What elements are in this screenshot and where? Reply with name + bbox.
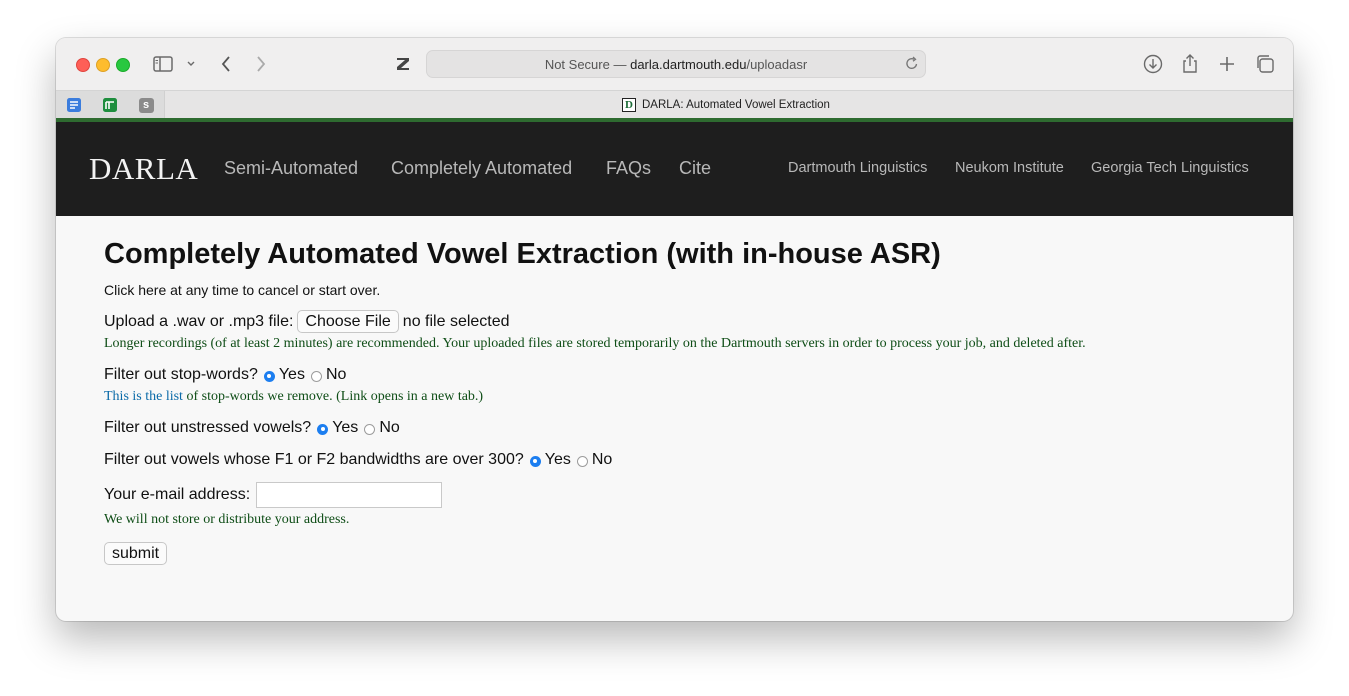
bandwidth-yes-radio[interactable]: [529, 455, 541, 467]
page-title: Completely Automated Vowel Extraction (w…: [104, 238, 941, 270]
zotero-extension-icon[interactable]: [393, 52, 413, 76]
cancel-start-over-link[interactable]: Click here at any time to cancel or star…: [104, 282, 380, 298]
unstressed-no-label: No: [379, 419, 400, 436]
browser-window: Not Secure — darla.dartmouth.edu/uploada…: [56, 38, 1293, 621]
zoom-window-button[interactable]: [116, 58, 130, 72]
tab-overview-icon[interactable]: [1254, 52, 1276, 76]
bandwidth-row: Filter out vowels whose F1 or F2 bandwid…: [104, 451, 612, 469]
browser-toolbar: Not Secure — darla.dartmouth.edu/uploada…: [56, 38, 1293, 90]
dartmouth-tab-icon: D: [622, 98, 636, 112]
address-bar[interactable]: Not Secure — darla.dartmouth.edu/uploada…: [426, 50, 926, 78]
stopwords-row: Filter out stop-words? Yes No: [104, 366, 346, 384]
address-path: /uploadasr: [746, 56, 808, 72]
new-tab-plus-icon[interactable]: [1216, 52, 1238, 76]
upload-label: Upload a .wav or .mp3 file:: [104, 312, 294, 330]
stopwords-yes-radio[interactable]: [263, 370, 275, 382]
unstressed-yes-label: Yes: [332, 419, 359, 436]
stopwords-label: Filter out stop-words?: [104, 366, 258, 383]
choose-file-button[interactable]: Choose File: [297, 310, 399, 333]
upload-row: Upload a .wav or .mp3 file: Choose File …: [104, 310, 510, 333]
s-favorite-label: s: [138, 97, 154, 113]
submit-row: submit: [104, 542, 168, 565]
stopwords-no-radio[interactable]: [310, 370, 322, 382]
unstressed-no-radio[interactable]: [364, 423, 376, 435]
nav-completely-automated[interactable]: Completely Automated: [391, 158, 572, 179]
downloads-icon[interactable]: [1142, 52, 1164, 76]
active-tab[interactable]: D DARLA: Automated Vowel Extraction: [622, 98, 830, 112]
email-row: Your e-mail address:: [104, 482, 443, 508]
unstressed-yes-radio[interactable]: [317, 423, 329, 435]
unstressed-label: Filter out unstressed vowels?: [104, 419, 312, 436]
email-label: Your e-mail address:: [104, 486, 251, 503]
nav-faqs[interactable]: FAQs: [606, 158, 651, 179]
docs-favorite-icon[interactable]: [56, 91, 93, 119]
minimize-window-button[interactable]: [96, 58, 110, 72]
s-favorite-icon[interactable]: s: [128, 91, 165, 119]
sheets-favorite-icon[interactable]: [92, 91, 129, 119]
email-field[interactable]: [256, 482, 443, 508]
share-icon[interactable]: [1179, 52, 1201, 76]
stopwords-no-label: No: [325, 366, 347, 383]
bandwidth-no-radio[interactable]: [576, 455, 588, 467]
nav-neukom-institute[interactable]: Neukom Institute: [955, 160, 1064, 176]
submit-button[interactable]: submit: [104, 542, 168, 565]
chevron-down-icon[interactable]: [184, 52, 198, 76]
sidebar-toggle-icon[interactable]: [152, 52, 174, 76]
not-secure-label: Not Secure —: [544, 56, 627, 72]
site-navbar: DARLA Semi-Automated Completely Automate…: [56, 122, 1293, 216]
email-note: We will not store or distribute your add…: [104, 512, 350, 527]
darla-brand-link[interactable]: DARLA: [89, 151, 198, 187]
upload-note: Longer recordings (of at least 2 minutes…: [104, 336, 1086, 351]
address-host: darla.dartmouth.edu: [630, 56, 747, 72]
unstressed-row: Filter out unstressed vowels? Yes No: [104, 419, 400, 437]
bandwidth-no-label: No: [591, 451, 613, 468]
stopwords-note-text: of stop-words we remove. (Link opens in …: [182, 389, 484, 404]
bandwidth-label: Filter out vowels whose F1 or F2 bandwid…: [104, 451, 524, 468]
tab-bar: s D DARLA: Automated Vowel Extraction: [56, 90, 1293, 119]
nav-semi-automated[interactable]: Semi-Automated: [224, 158, 358, 179]
bandwidth-yes-label: Yes: [544, 451, 571, 468]
nav-cite[interactable]: Cite: [679, 158, 711, 179]
forward-arrow-icon[interactable]: [251, 52, 271, 76]
reload-icon[interactable]: [905, 55, 919, 74]
back-arrow-icon[interactable]: [216, 52, 236, 76]
tab-title: DARLA: Automated Vowel Extraction: [642, 99, 830, 111]
no-file-selected-text: no file selected: [402, 312, 510, 330]
stopwords-list-link[interactable]: This is the list: [104, 389, 183, 404]
nav-dartmouth-linguistics[interactable]: Dartmouth Linguistics: [788, 160, 927, 176]
stopwords-yes-label: Yes: [278, 366, 305, 383]
close-window-button[interactable]: [76, 58, 90, 72]
stopwords-note: This is the list of stop-words we remove…: [104, 389, 483, 405]
nav-georgia-tech-linguistics[interactable]: Georgia Tech Linguistics: [1091, 160, 1249, 176]
